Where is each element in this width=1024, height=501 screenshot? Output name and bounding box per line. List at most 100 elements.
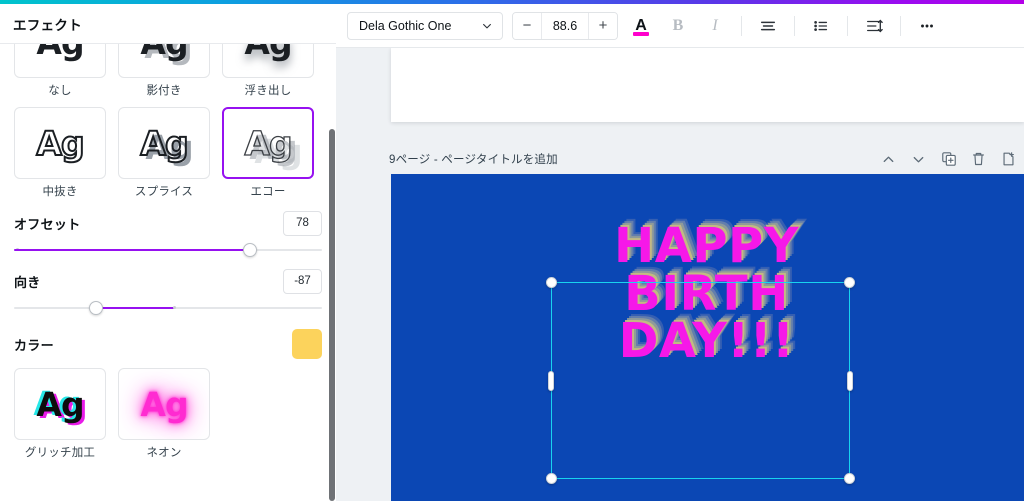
italic-label: I — [712, 16, 718, 34]
resize-handle-top-right[interactable] — [844, 277, 855, 288]
effect-preview-glyph: Ag — [139, 123, 189, 163]
page-title-label[interactable]: 9ページ - ページタイトルを追加 — [389, 151, 558, 167]
canvas-scroll-area[interactable]: 9ページ - ページタイトルを追加 HAPPY BIRTH DAY!!! — [336, 48, 1024, 501]
editor-region: Dela Gothic One − 88.6 + A B I 9ページ - ペー… — [336, 4, 1024, 501]
effect-preview-glyph: Ag — [140, 384, 188, 424]
effect-option-hollow[interactable]: Ag 中抜き — [14, 107, 113, 208]
bold-button[interactable]: B — [664, 12, 692, 40]
bold-label: B — [672, 16, 684, 34]
font-family-value: Dela Gothic One — [359, 18, 452, 33]
effect-option-none[interactable]: Ag なし — [14, 44, 113, 107]
delete-page-icon[interactable] — [970, 151, 987, 168]
offset-header: オフセット 78 — [14, 208, 322, 238]
add-page-icon[interactable] — [1000, 151, 1017, 168]
effect-grid-row-1: Ag なし Ag 影付き Ag — [0, 44, 336, 107]
line-spacing-button[interactable] — [860, 12, 888, 40]
direction-slider-center-tick — [172, 305, 176, 309]
direction-slider-handle[interactable] — [89, 301, 104, 315]
resize-handle-bottom-left[interactable] — [546, 473, 557, 484]
bullet-list-button[interactable] — [807, 12, 835, 40]
direction-slider-fill — [97, 307, 175, 309]
canva-text-effects-editor: エフェクト Ag なし Ag — [0, 0, 1024, 501]
offset-slider-fill — [14, 249, 249, 251]
sidebar-scrollbar-thumb[interactable] — [329, 129, 335, 501]
effect-grid-row-3: Ag グリッチ加工 Ag ネオン — [0, 368, 336, 469]
selection-bounding-box[interactable] — [546, 277, 855, 484]
align-center-icon — [760, 21, 776, 30]
page-header-bar: 9ページ - ページタイトルを追加 — [389, 148, 1024, 170]
font-size-increase-button[interactable]: + — [589, 12, 617, 39]
effect-label-none: なし — [48, 85, 72, 97]
toolbar-divider — [847, 15, 848, 36]
effect-label-glitch: グリッチ加工 — [24, 447, 96, 459]
page-canvas[interactable]: HAPPY BIRTH DAY!!! — [391, 174, 1024, 501]
page-action-icons — [880, 151, 1024, 168]
effect-card-lift[interactable]: Ag — [222, 44, 314, 78]
move-page-down-icon[interactable] — [910, 151, 927, 168]
resize-handle-bottom-right[interactable] — [844, 473, 855, 484]
text-align-button[interactable] — [754, 12, 782, 40]
effect-label-splice: スプライス — [134, 186, 194, 198]
resize-handle-left[interactable] — [548, 371, 554, 391]
effect-option-glitch[interactable]: Ag グリッチ加工 — [14, 368, 113, 469]
sidebar-scroll-region[interactable]: Ag なし Ag 影付き Ag — [0, 44, 336, 501]
effects-sidebar: エフェクト Ag なし Ag — [0, 4, 336, 501]
offset-slider[interactable] — [14, 240, 322, 260]
effect-card-glitch[interactable]: Ag — [14, 368, 106, 440]
toolbar-divider — [741, 15, 742, 36]
more-options-button[interactable] — [913, 12, 941, 40]
font-size-decrease-button[interactable]: − — [513, 12, 541, 39]
effect-preview-glyph: Ag — [35, 123, 85, 163]
offset-label: オフセット — [14, 216, 81, 232]
duplicate-page-icon[interactable] — [940, 151, 957, 168]
effect-preview-glyph: Ag — [36, 384, 84, 424]
font-family-select[interactable]: Dela Gothic One — [347, 11, 503, 40]
line-spacing-icon — [867, 19, 883, 32]
effect-option-neon[interactable]: Ag ネオン — [118, 368, 217, 469]
effect-card-neon[interactable]: Ag — [118, 368, 210, 440]
text-toolbar: Dela Gothic One − 88.6 + A B I — [336, 4, 1024, 48]
move-page-up-icon[interactable] — [880, 151, 897, 168]
direction-control: 向き -87 — [0, 266, 336, 318]
effect-label-echo: エコー — [250, 186, 286, 198]
direction-value-field[interactable]: -87 — [283, 268, 322, 294]
toolbar-divider — [794, 15, 795, 36]
effect-grid-empty-slot — [222, 368, 321, 469]
effect-option-echo[interactable]: Ag エコー — [222, 107, 321, 208]
text-color-button[interactable]: A — [627, 12, 655, 40]
resize-handle-top-left[interactable] — [546, 277, 557, 288]
offset-value-field[interactable]: 78 — [283, 210, 322, 236]
color-header: カラー — [14, 324, 322, 364]
effect-card-hollow[interactable]: Ag — [14, 107, 106, 179]
effect-option-shadow[interactable]: Ag 影付き — [118, 44, 217, 107]
effect-label-shadow: 影付き — [146, 85, 182, 97]
effect-option-lift[interactable]: Ag 浮き出し — [222, 44, 321, 107]
text-line: HAPPY — [614, 218, 799, 274]
offset-control: オフセット 78 — [0, 208, 336, 260]
effect-preview-clip: Ag — [222, 44, 321, 78]
sidebar-scrollbar[interactable] — [329, 129, 335, 501]
bullet-list-icon — [814, 20, 828, 31]
panel-title: エフェクト — [13, 17, 82, 33]
font-size-stepper: − 88.6 + — [512, 11, 618, 40]
italic-button[interactable]: I — [701, 12, 729, 40]
effect-card-echo-selected[interactable]: Ag — [222, 107, 314, 179]
effect-preview-glyph: Ag — [244, 123, 293, 163]
effect-preview-glyph: Ag — [36, 44, 84, 59]
direction-label: 向き — [14, 274, 41, 290]
direction-header: 向き -87 — [14, 266, 322, 296]
sidebar-header: エフェクト — [0, 4, 336, 44]
font-size-value[interactable]: 88.6 — [541, 12, 589, 39]
effect-preview-glyph: Ag — [244, 44, 292, 59]
effect-preview-clip: Ag — [14, 44, 113, 78]
effect-preview-clip: Ag — [118, 44, 217, 78]
previous-page-thumbnail[interactable] — [391, 48, 1024, 122]
effect-option-splice[interactable]: Ag スプライス — [118, 107, 217, 208]
resize-handle-right[interactable] — [847, 371, 853, 391]
effect-card-splice[interactable]: Ag — [118, 107, 210, 179]
offset-slider-handle[interactable] — [242, 243, 257, 257]
direction-slider[interactable] — [14, 298, 322, 318]
effect-card-shadow[interactable]: Ag — [118, 44, 210, 78]
effect-card-none[interactable]: Ag — [14, 44, 106, 78]
color-swatch-button[interactable] — [292, 329, 322, 359]
